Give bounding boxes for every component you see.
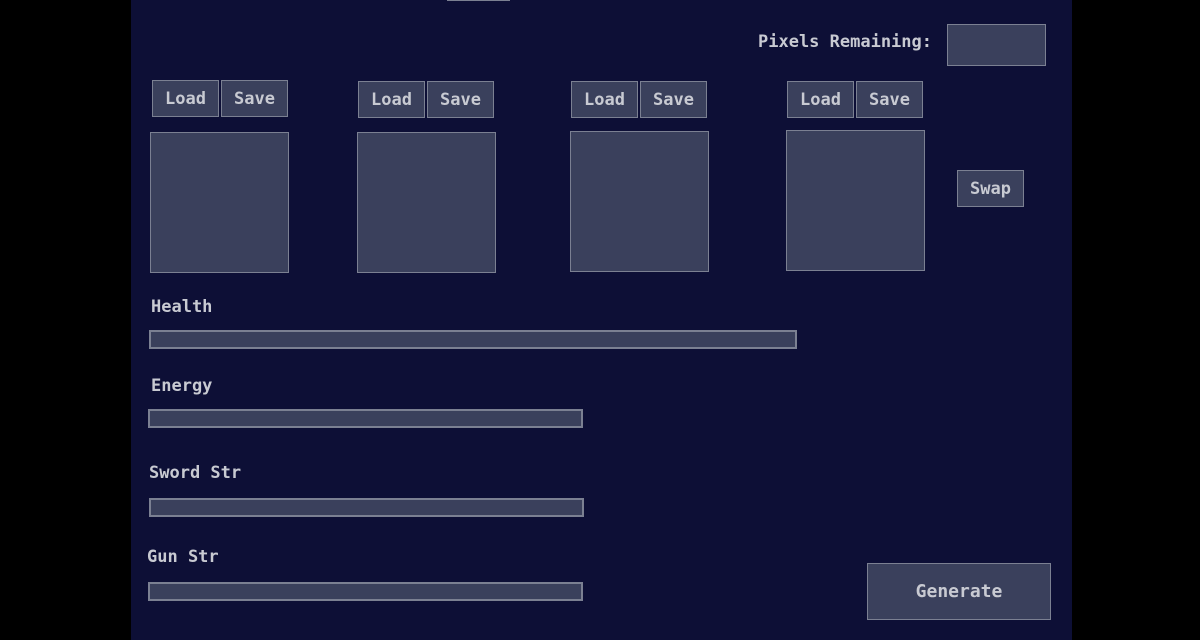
health-label: Health [151, 297, 213, 317]
slot-2-load-button[interactable]: Load [358, 81, 425, 118]
energy-label: Energy [151, 376, 213, 396]
gun-str-slider[interactable] [148, 582, 583, 601]
slot-3-preview[interactable] [570, 131, 709, 272]
sword-str-label: Sword Str [149, 463, 242, 483]
slot-4-load-button[interactable]: Load [787, 81, 854, 118]
generate-button[interactable]: Generate [867, 563, 1051, 620]
slot-4-save-button[interactable]: Save [856, 81, 923, 118]
pixels-remaining-field [947, 24, 1046, 66]
slot-3-save-button[interactable]: Save [640, 81, 707, 118]
slot-2-preview[interactable] [357, 132, 496, 273]
slot-1-preview[interactable] [150, 132, 289, 273]
energy-slider[interactable] [148, 409, 583, 428]
sword-str-slider[interactable] [149, 498, 584, 517]
slot-1-load-button[interactable]: Load [152, 80, 219, 117]
slot-1-save-button[interactable]: Save [221, 80, 288, 117]
slot-4-preview[interactable] [786, 130, 925, 271]
health-slider[interactable] [149, 330, 797, 349]
slot-2-save-button[interactable]: Save [427, 81, 494, 118]
top-tab-stub[interactable] [447, 0, 510, 1]
gun-str-label: Gun Str [147, 547, 219, 567]
slot-3-load-button[interactable]: Load [571, 81, 638, 118]
swap-button[interactable]: Swap [957, 170, 1024, 207]
pixels-remaining-label: Pixels Remaining: [758, 32, 932, 52]
